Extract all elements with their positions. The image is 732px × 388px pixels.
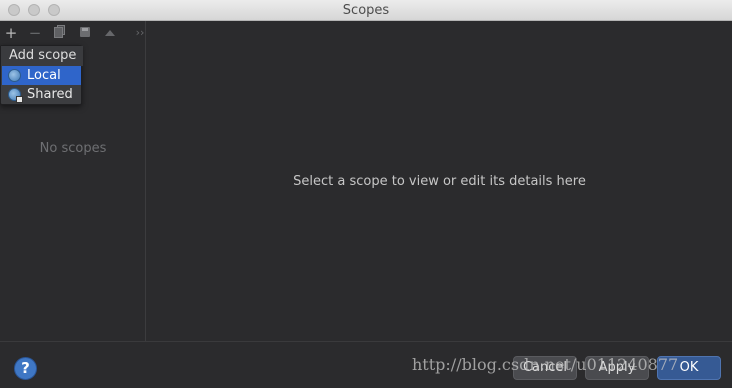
arrow-up-icon[interactable] <box>102 24 118 42</box>
watermark-text: http://blog.csdn.net/u011240877 <box>412 355 679 374</box>
scopes-toolbar: + − ›› <box>0 21 146 45</box>
window-title: Scopes <box>342 3 390 18</box>
save-icon[interactable] <box>77 24 93 42</box>
help-icon[interactable]: ? <box>14 357 37 380</box>
local-scope-icon <box>8 69 21 82</box>
details-hint-text: Select a scope to view or edit its detai… <box>293 174 586 189</box>
chevron-double-right-icon[interactable]: ›› <box>132 24 148 42</box>
plus-icon[interactable]: + <box>3 24 19 42</box>
popup-title: Add scope <box>1 46 83 66</box>
minus-icon[interactable]: − <box>27 24 43 42</box>
copy-icon[interactable] <box>51 24 67 42</box>
shared-badge-icon <box>16 96 23 103</box>
popup-item-label: Shared <box>27 87 73 102</box>
empty-scopes-text: No scopes <box>39 141 107 156</box>
scope-details-panel: Select a scope to view or edit its detai… <box>147 21 732 341</box>
add-scope-popup: Add scope Local Shared <box>0 45 83 105</box>
popup-item-local[interactable]: Local <box>2 66 81 85</box>
popup-item-label: Local <box>27 68 61 83</box>
popup-item-shared[interactable]: Shared <box>2 85 81 104</box>
title-bar: Scopes <box>0 0 732 21</box>
